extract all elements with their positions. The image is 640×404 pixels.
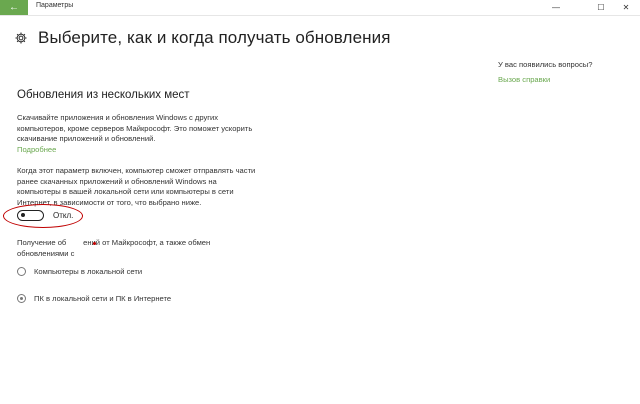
receive-text-line2: обновлениями с xyxy=(17,248,75,258)
window-title: Параметры xyxy=(36,2,74,9)
p2p-updates-toggle[interactable] xyxy=(17,210,44,221)
arrow-left-icon: ← xyxy=(9,2,19,13)
title-bar: ← Параметры — ☐ ✕ xyxy=(0,0,640,16)
toggle-description: Когда этот параметр включен, компьютер с… xyxy=(17,166,256,207)
toggle-knob xyxy=(21,213,25,217)
toggle-state-label: Откл. xyxy=(53,211,74,220)
back-button[interactable]: ← xyxy=(0,0,28,15)
help-link[interactable]: Вызов справки xyxy=(498,75,550,84)
option-label: ПК в локальной сети и ПК в Интернете xyxy=(34,294,172,303)
radio-local-network[interactable] xyxy=(17,267,26,276)
section-description: Скачивайте приложения и обновления Windo… xyxy=(17,113,253,144)
option-local-and-internet[interactable]: ПК в локальной сети и ПК в Интернете xyxy=(17,294,171,303)
more-info-link[interactable]: Подробнее xyxy=(17,145,56,154)
gear-icon xyxy=(15,32,27,44)
maximize-button[interactable]: ☐ xyxy=(589,1,613,14)
option-local-network[interactable]: Компьютеры в локальной сети xyxy=(17,267,142,276)
page-header: Выберите, как и когда получать обновлени… xyxy=(14,28,391,48)
close-button[interactable]: ✕ xyxy=(614,1,638,14)
section-title: Обновления из нескольких мест xyxy=(17,89,190,101)
page-title: Выберите, как и когда получать обновлени… xyxy=(38,28,391,47)
receive-text-line1: Получение об ений от Майкрософт, а также… xyxy=(17,238,211,247)
minimize-button[interactable]: — xyxy=(544,1,568,14)
help-question: У вас появились вопросы? xyxy=(498,60,593,69)
radio-local-and-internet[interactable] xyxy=(17,294,26,303)
toggle-row: Откл. xyxy=(17,210,73,221)
option-label: Компьютеры в локальной сети xyxy=(34,267,143,276)
annotation-dot xyxy=(93,242,96,245)
